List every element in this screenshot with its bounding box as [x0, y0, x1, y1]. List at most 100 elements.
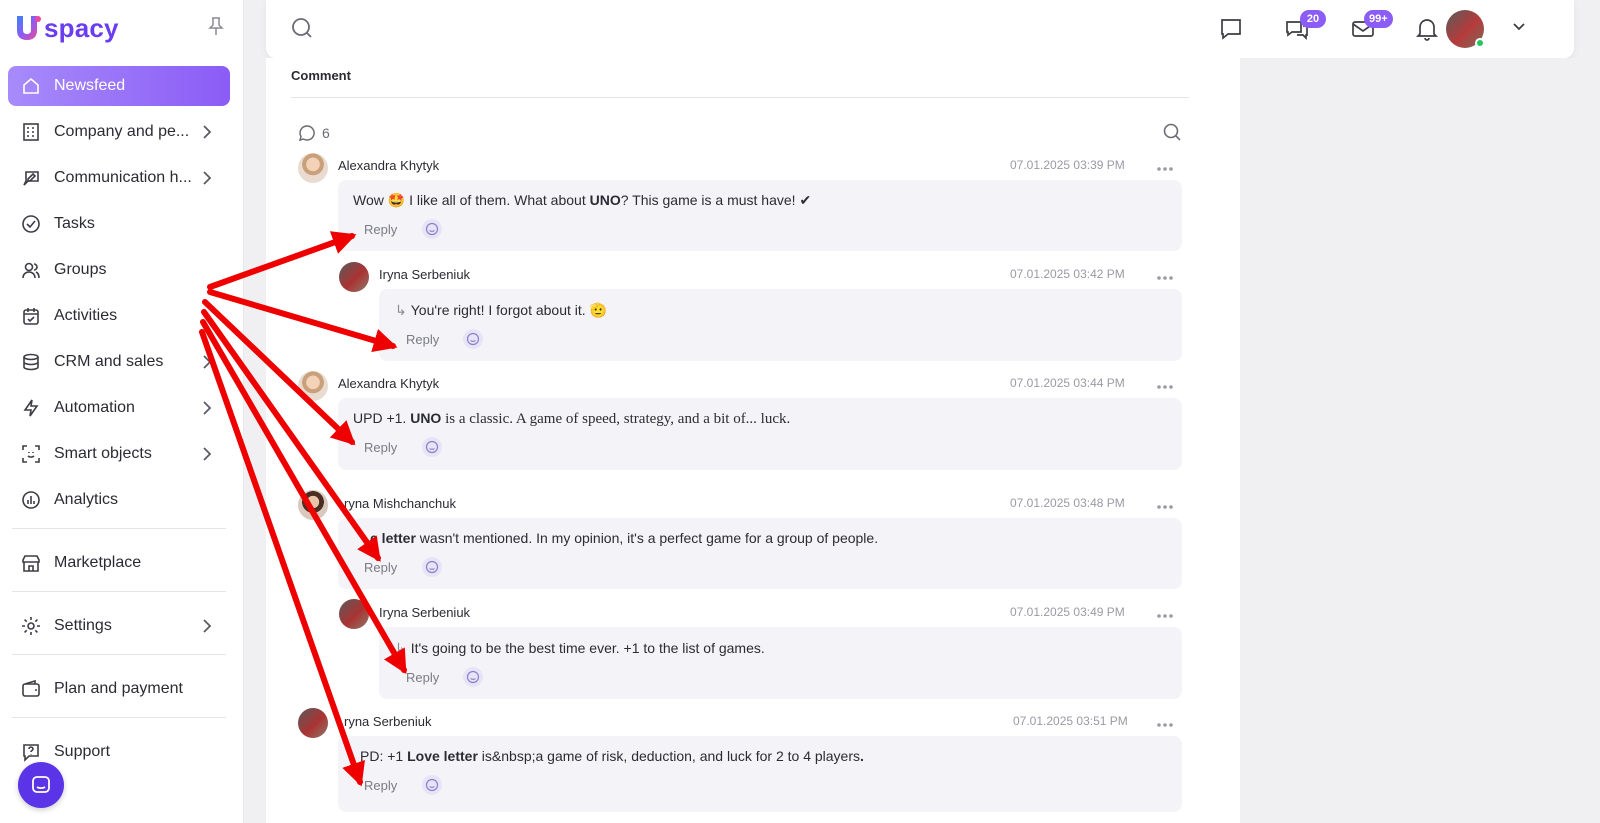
- app-logo[interactable]: spacy: [14, 10, 119, 46]
- search-comments-icon[interactable]: [1163, 123, 1181, 141]
- author-name[interactable]: Alexandra Khytyk: [338, 158, 439, 173]
- logo-text: spacy: [44, 12, 119, 43]
- chevron-right-icon: [203, 401, 212, 415]
- comment-text: ↳ It's going to be the best time ever. +1…: [395, 640, 765, 657]
- reply-button[interactable]: Reply: [406, 670, 439, 685]
- add-reaction-button[interactable]: [463, 667, 483, 687]
- author-avatar[interactable]: [339, 262, 369, 292]
- chats-button[interactable]: 20: [1284, 10, 1326, 42]
- reply-button[interactable]: Reply: [364, 560, 397, 575]
- comment-bubble: [338, 398, 1182, 470]
- text-part: Wow 🤩 I like all of them. What about: [353, 192, 590, 208]
- add-reaction-button[interactable]: [422, 775, 442, 795]
- more-options-icon[interactable]: [1156, 722, 1174, 728]
- more-options-icon[interactable]: [1156, 504, 1174, 510]
- add-reaction-button[interactable]: [422, 219, 442, 239]
- sidebar-item-activities[interactable]: Activities: [8, 296, 230, 336]
- more-options-icon[interactable]: [1156, 384, 1174, 390]
- store-icon: [20, 552, 42, 574]
- text-bold: UNO: [410, 410, 442, 426]
- comment-bubble: [338, 180, 1182, 251]
- author-name[interactable]: Iryna Serbeniuk: [379, 267, 470, 282]
- sidebar-nav: Newsfeed Company and pe... Communication…: [8, 66, 230, 778]
- chevron-right-icon: [203, 447, 212, 461]
- author-avatar[interactable]: [298, 371, 328, 401]
- sidebar-item-label: Automation: [54, 399, 135, 416]
- sidebar-item-analytics[interactable]: Analytics: [8, 480, 230, 520]
- sidebar-item-communication[interactable]: Communication h...: [8, 158, 230, 198]
- sidebar-item-crm[interactable]: CRM and sales: [8, 342, 230, 382]
- comment-icon: [298, 125, 315, 142]
- bell-icon[interactable]: [1414, 16, 1440, 42]
- pin-icon[interactable]: [208, 16, 224, 36]
- author-name[interactable]: ryna Mishchanchuk: [344, 496, 456, 511]
- comment-date: 07.01.2025 03:44 PM: [1010, 376, 1125, 390]
- sidebar-item-settings[interactable]: Settings: [8, 606, 230, 646]
- reply-button[interactable]: Reply: [364, 440, 397, 455]
- home-icon: [20, 75, 42, 97]
- author-avatar[interactable]: [339, 599, 369, 629]
- sidebar-item-marketplace[interactable]: Marketplace: [8, 543, 230, 583]
- search-icon[interactable]: [290, 16, 314, 40]
- sidebar-item-label: Communication h...: [54, 169, 192, 186]
- add-reaction-button[interactable]: [463, 329, 483, 349]
- top-header: 20 99+: [266, 0, 1574, 58]
- sidebar-item-label: Tasks: [54, 215, 95, 232]
- text-part: PD: +1: [360, 748, 408, 764]
- comment-bubble: [379, 627, 1182, 699]
- sidebar-item-label: CRM and sales: [54, 353, 164, 370]
- sidebar-item-newsfeed[interactable]: Newsfeed: [8, 66, 230, 106]
- sidebar-item-automation[interactable]: Automation: [8, 388, 230, 428]
- sidebar-item-label: Support: [54, 743, 111, 760]
- comments-title: Comment: [291, 68, 351, 83]
- text-part: is a classic. A game of speed, strategy,…: [441, 411, 791, 427]
- chats-badge: 20: [1300, 10, 1326, 28]
- reply-arrow-icon: ↳: [395, 640, 407, 656]
- chat-bubble-icon: [32, 776, 50, 793]
- building-icon: [20, 121, 42, 143]
- sidebar-item-tasks[interactable]: Tasks: [8, 204, 230, 244]
- help-icon: [20, 741, 42, 763]
- reply-button[interactable]: Reply: [364, 778, 397, 793]
- more-options-icon[interactable]: [1156, 613, 1174, 619]
- author-name[interactable]: ryna Serbeniuk: [344, 714, 431, 729]
- author-avatar[interactable]: [298, 708, 328, 738]
- chevron-right-icon: [203, 125, 212, 139]
- comment-date: 07.01.2025 03:42 PM: [1010, 267, 1125, 281]
- text-part: ? This game is a must have! ✔: [620, 192, 812, 208]
- more-options-icon[interactable]: [1156, 166, 1174, 172]
- comment-date: 07.01.2025 03:39 PM: [1010, 158, 1125, 172]
- chevron-right-icon: [203, 619, 212, 633]
- add-reaction-button[interactable]: [422, 437, 442, 457]
- text-part: UPD +1.: [353, 410, 411, 426]
- message-icon[interactable]: [1218, 16, 1244, 42]
- sidebar-item-groups[interactable]: Groups: [8, 250, 230, 290]
- more-options-icon[interactable]: [1156, 275, 1174, 281]
- sidebar-item-company[interactable]: Company and pe...: [8, 112, 230, 152]
- users-icon: [20, 259, 42, 281]
- support-chat-button[interactable]: [18, 762, 64, 808]
- author-avatar[interactable]: [298, 490, 328, 520]
- text-part: It's going to be the best time ever. +1 …: [410, 640, 765, 656]
- mail-button[interactable]: 99+: [1350, 10, 1393, 42]
- user-avatar[interactable]: [1446, 10, 1485, 48]
- add-reaction-button[interactable]: [422, 557, 442, 577]
- reply-arrow-icon: ↳: [395, 302, 407, 318]
- reply-button[interactable]: Reply: [364, 222, 397, 237]
- chart-circle-icon: [20, 489, 42, 511]
- sidebar-item-smart-objects[interactable]: Smart objects: [8, 434, 230, 474]
- reply-button[interactable]: Reply: [406, 332, 439, 347]
- online-status-dot: [1475, 38, 1485, 48]
- sidebar-item-label: Analytics: [54, 491, 119, 508]
- sidebar-item-label: Plan and payment: [54, 680, 183, 697]
- calendar-check-icon: [20, 305, 42, 327]
- author-name[interactable]: Iryna Serbeniuk: [379, 605, 470, 620]
- sidebar-item-plan-payment[interactable]: Plan and payment: [8, 669, 230, 709]
- comment-text: e letter wasn't mentioned. In my opinion…: [370, 530, 878, 546]
- sidebar-item-label: Smart objects: [54, 445, 152, 462]
- chevron-down-icon[interactable]: [1512, 22, 1526, 32]
- text-bold: Love letter: [407, 748, 478, 764]
- comment-date: 07.01.2025 03:48 PM: [1010, 496, 1125, 510]
- author-name[interactable]: Alexandra Khytyk: [338, 376, 439, 391]
- author-avatar[interactable]: [298, 153, 328, 183]
